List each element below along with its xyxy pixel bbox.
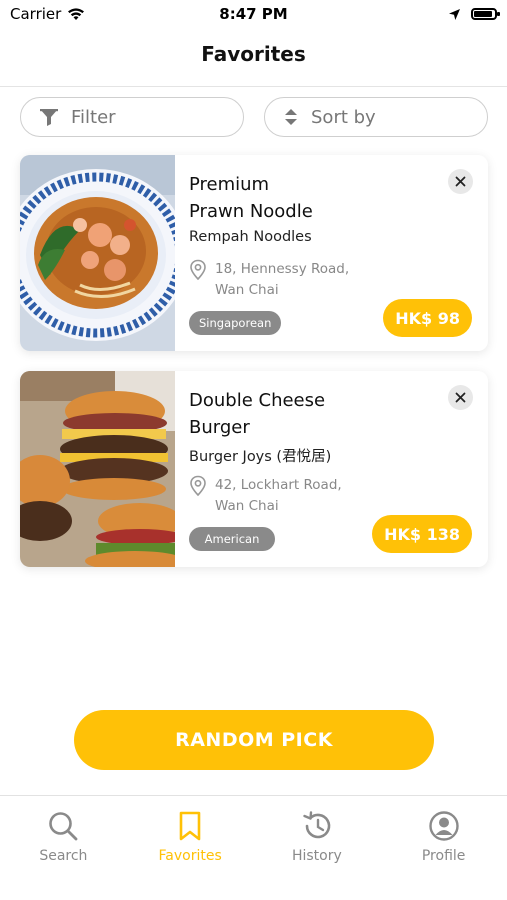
price-badge: HK$ 138 [372,515,472,553]
remove-favorite-button[interactable] [448,385,473,410]
tab-profile-label: Profile [421,848,466,864]
page-title: Favorites [201,42,306,66]
battery-icon [471,8,500,20]
restaurant-address: 42, Lockhart Road, Wan Chai [189,475,389,517]
restaurant-address: 18, Hennessy Road, Wan Chai [189,259,389,301]
tab-history[interactable]: History [254,796,381,900]
dish-title: Premium Prawn Noodle [189,171,409,225]
dish-title-line2: Burger [189,417,250,438]
cuisine-badge: American [189,527,275,551]
cuisine-badge: Singaporean [189,311,282,335]
history-icon [303,811,331,839]
tab-search[interactable]: Search [0,796,127,900]
tab-favorites[interactable]: Favorites [127,796,254,900]
filter-icon [40,109,58,126]
filter-label: Filter [71,106,116,128]
address-line2: Wan Chai [215,282,279,298]
location-pin-icon [190,259,206,281]
random-pick-button[interactable]: RANDOM PICK [74,710,434,770]
tab-profile[interactable]: Profile [380,796,507,900]
tab-favorites-label: Favorites [158,848,222,864]
price-badge: HK$ 98 [383,299,472,337]
restaurant-name: Rempah Noodles [189,229,312,245]
close-icon [455,392,466,403]
sort-label: Sort by [311,106,376,128]
sort-icon [285,109,297,125]
tab-search-label: Search [39,848,88,864]
favorite-card[interactable]: Premium Prawn Noodle Rempah Noodles 18, … [20,155,488,351]
prawn-noodle-photo [20,155,175,351]
dish-title-line2: Prawn Noodle [189,201,313,222]
bookmark-icon [179,811,201,841]
filter-button[interactable]: Filter [20,97,244,137]
dish-title-line1: Double Cheese [189,390,326,411]
filter-sort-controls: Filter Sort by [20,97,488,137]
location-pin-icon [190,475,206,497]
remove-favorite-button[interactable] [448,169,473,194]
dish-title: Double Cheese Burger [189,387,409,441]
cheeseburger-photo [20,371,175,567]
address-line1: 18, Hennessy Road, [215,261,350,277]
header-divider [0,86,507,87]
restaurant-name: Burger Joys (君悅居) [189,449,332,465]
address-line1: 42, Lockhart Road, [215,477,342,493]
search-icon [49,812,78,841]
status-bar: Carrier 8:47 PM [0,0,507,28]
favorite-card[interactable]: Double Cheese Burger Burger Joys (君悅居) 4… [20,371,488,567]
address-text: 42, Lockhart Road, Wan Chai [215,475,342,517]
address-line2: Wan Chai [215,498,279,514]
sort-button[interactable]: Sort by [264,97,488,137]
status-time: 8:47 PM [219,5,288,23]
profile-icon [428,811,459,841]
close-icon [455,176,466,187]
dish-title-line1: Premium [189,174,270,195]
tab-history-label: History [291,848,342,864]
tab-bar: Search Favorites History Profile [0,796,507,900]
address-text: 18, Hennessy Road, Wan Chai [215,259,349,301]
